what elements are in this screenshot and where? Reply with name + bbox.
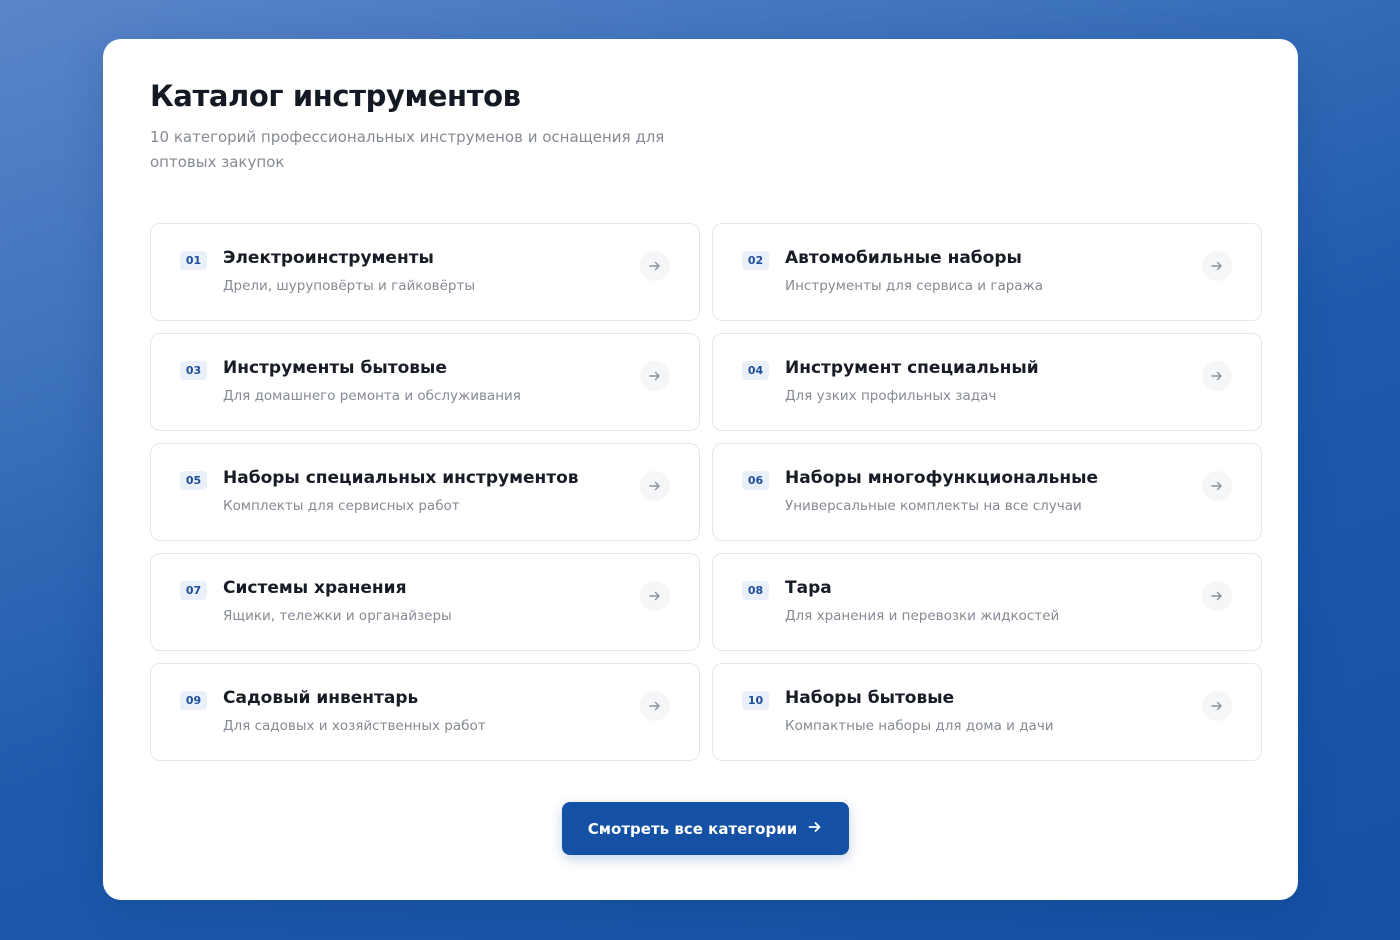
category-description: Ящики, тележки и органайзеры bbox=[223, 608, 452, 624]
category-description: Инструменты для сервиса и гаража bbox=[785, 278, 1043, 294]
arrow-right-icon[interactable] bbox=[640, 691, 670, 721]
category-card[interactable]: 09 Садовый инвентарь Для садовых и хозяй… bbox=[150, 663, 700, 761]
arrow-right-icon[interactable] bbox=[640, 251, 670, 281]
arrow-right-icon[interactable] bbox=[1202, 251, 1232, 281]
category-title: Наборы многофункциональные bbox=[785, 468, 1099, 488]
view-all-categories-label: Смотреть все категории bbox=[587, 819, 798, 838]
category-number: 05 bbox=[180, 471, 207, 490]
category-title: Тара bbox=[785, 578, 832, 598]
category-description: Для хранения и перевозки жидкостей bbox=[785, 608, 1060, 624]
category-number: 02 bbox=[742, 251, 769, 270]
category-number: 08 bbox=[742, 581, 769, 600]
category-card[interactable]: 05 Наборы специальных инструментов Компл… bbox=[150, 443, 700, 541]
arrow-right-icon[interactable] bbox=[1202, 581, 1232, 611]
category-card[interactable]: 01 Электроинструменты Дрели, шуруповёрты… bbox=[150, 223, 700, 321]
category-number: 04 bbox=[742, 361, 769, 380]
category-number: 03 bbox=[180, 361, 207, 380]
category-card[interactable]: 04 Инструмент специальный Для узких проф… bbox=[712, 333, 1262, 431]
arrow-right-icon[interactable] bbox=[640, 361, 670, 391]
category-number: 01 bbox=[180, 251, 207, 270]
category-number: 10 bbox=[742, 691, 769, 710]
category-number: 09 bbox=[180, 691, 207, 710]
category-description: Для садовых и хозяйственных работ bbox=[223, 718, 486, 734]
category-description: Дрели, шуруповёрты и гайковёрты bbox=[223, 278, 476, 294]
catalog-panel: Каталог инструментов 10 категорий профес… bbox=[103, 39, 1298, 900]
category-title: Автомобильные наборы bbox=[785, 248, 1022, 268]
arrow-right-icon[interactable] bbox=[640, 581, 670, 611]
category-title: Садовый инвентарь bbox=[223, 688, 419, 708]
view-all-categories-button[interactable]: Смотреть все категории bbox=[562, 802, 849, 855]
category-description: Универсальные комплекты на все случаи bbox=[785, 498, 1082, 514]
category-description: Комплекты для сервисных работ bbox=[223, 498, 460, 514]
category-title: Инструмент специальный bbox=[785, 358, 1039, 378]
arrow-right-icon[interactable] bbox=[1202, 361, 1232, 391]
category-number: 06 bbox=[742, 471, 769, 490]
category-card[interactable]: 10 Наборы бытовые Компактные наборы для … bbox=[712, 663, 1262, 761]
category-description: Для домашнего ремонта и обслуживания bbox=[223, 388, 521, 404]
category-title: Системы хранения bbox=[223, 578, 407, 598]
category-title: Наборы специальных инструментов bbox=[223, 468, 579, 488]
category-title: Электроинструменты bbox=[223, 248, 434, 268]
category-card[interactable]: 06 Наборы многофункциональные Универсаль… bbox=[712, 443, 1262, 541]
category-card[interactable]: 07 Системы хранения Ящики, тележки и орг… bbox=[150, 553, 700, 651]
arrow-right-icon[interactable] bbox=[640, 471, 670, 501]
category-title: Наборы бытовые bbox=[785, 688, 955, 708]
page-title: Каталог инструментов bbox=[150, 79, 521, 113]
arrow-right-icon[interactable] bbox=[1202, 691, 1232, 721]
category-title: Инструменты бытовые bbox=[223, 358, 447, 378]
page-subtitle: 10 категорий профессиональных инструмено… bbox=[150, 128, 665, 171]
arrow-right-icon bbox=[807, 819, 823, 839]
category-grid: 01 Электроинструменты Дрели, шуруповёрты… bbox=[150, 223, 1262, 761]
category-description: Компактные наборы для дома и дачи bbox=[785, 718, 1054, 734]
category-description: Для узких профильных задач bbox=[785, 388, 997, 404]
category-card[interactable]: 08 Тара Для хранения и перевозки жидкост… bbox=[712, 553, 1262, 651]
arrow-right-icon[interactable] bbox=[1202, 471, 1232, 501]
category-number: 07 bbox=[180, 581, 207, 600]
category-card[interactable]: 02 Автомобильные наборы Инструменты для … bbox=[712, 223, 1262, 321]
category-card[interactable]: 03 Инструменты бытовые Для домашнего рем… bbox=[150, 333, 700, 431]
